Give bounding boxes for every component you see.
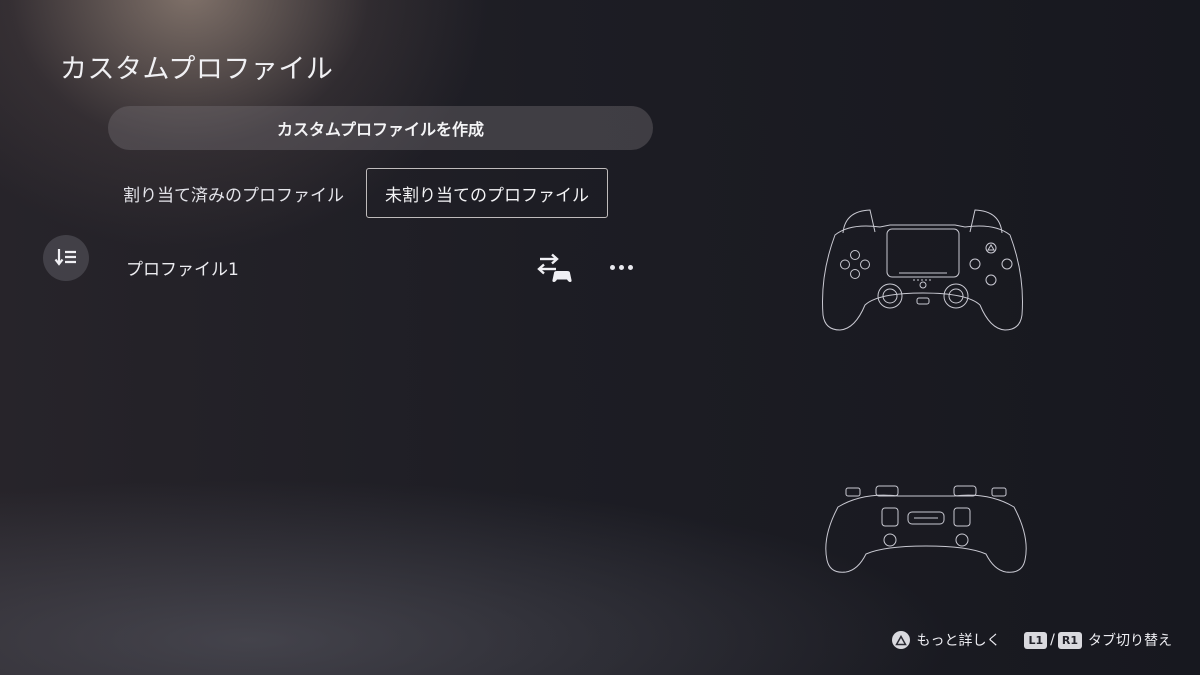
tab-assigned-profiles[interactable]: 割り当て済みのプロファイル: [123, 168, 344, 218]
switch-tab-hint: タブ切り替え: [1088, 633, 1172, 649]
controller-front-illustration: [822, 209, 1023, 331]
more-options-button[interactable]: [604, 253, 638, 281]
separator: /: [1050, 632, 1055, 648]
page-title: カスタムプロファイル: [60, 54, 334, 85]
more-options-icon: [609, 264, 615, 270]
list-item-profile[interactable]: プロファイル1: [108, 245, 653, 289]
more-options-icon: [627, 264, 633, 270]
assign-profile-button[interactable]: [536, 251, 574, 285]
more-options-icon: [618, 264, 624, 270]
tab-unassigned-profiles[interactable]: 未割り当てのプロファイル: [366, 168, 608, 218]
profile-name: プロファイル1: [126, 260, 239, 280]
create-profile-button[interactable]: カスタムプロファイルを作成: [108, 106, 653, 150]
l1-button-badge: L1: [1024, 631, 1048, 649]
assign-controller-icon: [537, 253, 572, 282]
controller-back-illustration: [825, 485, 1027, 573]
triangle-button-icon: [892, 631, 911, 649]
more-info-hint: もっと詳しく: [916, 633, 1001, 649]
sort-icon: [54, 249, 76, 266]
sort-button[interactable]: [43, 235, 89, 281]
footer-hints: もっと詳しく L1 / R1 タブ切り替え: [892, 630, 1172, 650]
r1-button-badge: R1: [1057, 631, 1082, 649]
